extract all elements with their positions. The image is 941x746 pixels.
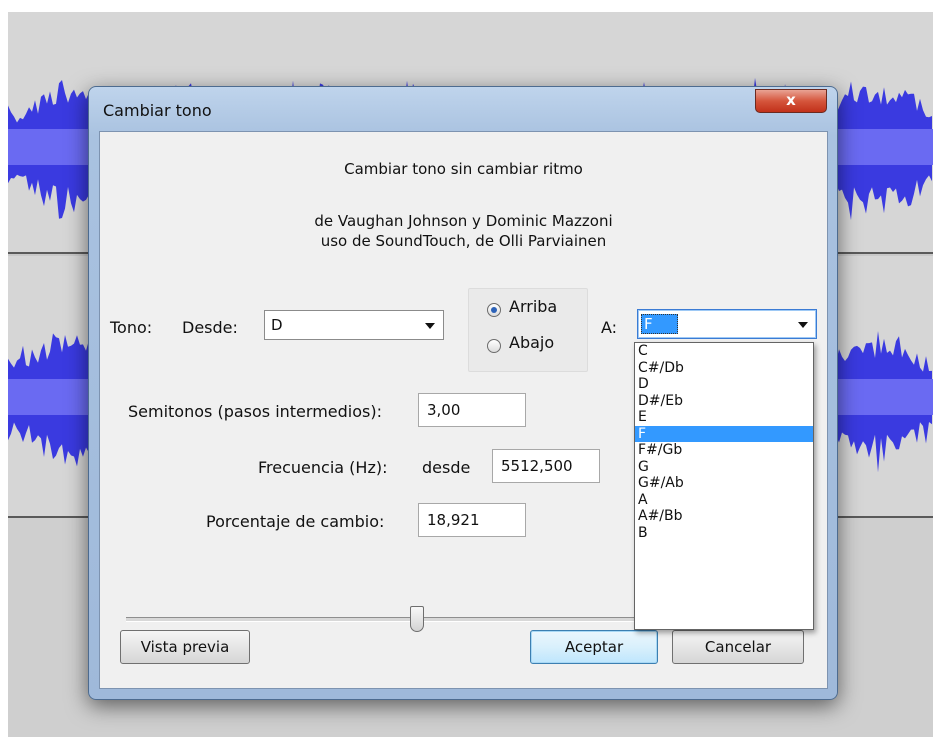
effect-description: Cambiar tono sin cambiar ritmo <box>344 160 583 178</box>
cancel-button[interactable]: Cancelar <box>672 630 804 664</box>
frequency-label: Frecuencia (Hz): <box>258 458 388 477</box>
to-pitch-dropdown-list: C C#/Db D D#/Eb E F F#/Gb G G#/Ab A A#/Bb B <box>634 342 814 630</box>
credits-line-2: uso de SoundTouch, de Olli Parviainen <box>320 232 607 250</box>
dropdown-option[interactable]: F <box>635 425 813 442</box>
dropdown-option[interactable]: G <box>635 459 813 476</box>
up-label[interactable]: Arriba <box>509 297 557 316</box>
dropdown-option[interactable]: D <box>635 376 813 393</box>
radio-down[interactable] <box>487 339 501 353</box>
to-pitch-value: F <box>641 314 678 334</box>
ok-button[interactable]: Aceptar <box>530 630 658 664</box>
dropdown-option[interactable]: A#/Bb <box>635 508 813 525</box>
to-pitch-dropdown[interactable]: F <box>637 309 817 339</box>
dropdown-option[interactable]: A <box>635 492 813 509</box>
dropdown-option[interactable]: C#/Db <box>635 360 813 377</box>
frequency-from-input[interactable] <box>493 450 599 482</box>
dropdown-option[interactable]: F#/Gb <box>635 442 813 459</box>
semitones-input[interactable] <box>419 394 525 426</box>
preview-button[interactable]: Vista previa <box>120 630 250 664</box>
to-label: A: <box>601 318 618 337</box>
dialog-title: Cambiar tono <box>103 101 212 120</box>
frequency-from-label: desde <box>422 458 471 477</box>
semitones-field[interactable] <box>418 393 526 427</box>
dropdown-option[interactable]: E <box>635 409 813 426</box>
percent-slider-thumb[interactable] <box>410 606 425 632</box>
direction-group: Arriba Abajo <box>468 288 588 372</box>
percent-change-input[interactable] <box>419 504 525 536</box>
percent-change-label: Porcentaje de cambio: <box>206 512 385 531</box>
pitch-label: Tono: <box>110 318 153 337</box>
semitones-label: Semitonos (pasos intermedios): <box>128 402 382 421</box>
dropdown-option[interactable]: B <box>635 525 813 542</box>
chevron-down-icon <box>425 323 435 329</box>
title-bar[interactable]: Cambiar tono x <box>89 87 837 131</box>
close-icon: x <box>786 91 796 109</box>
radio-up[interactable] <box>487 303 501 317</box>
credits-line-1: de Vaughan Johnson y Dominic Mazzoni <box>314 212 613 230</box>
from-pitch-dropdown[interactable]: D <box>264 310 444 340</box>
percent-slider-track[interactable] <box>126 617 646 622</box>
close-button[interactable]: x <box>755 89 827 113</box>
dropdown-option[interactable]: C <box>635 343 813 360</box>
frequency-from-field[interactable] <box>492 449 600 483</box>
percent-change-field[interactable] <box>418 503 526 537</box>
chevron-down-icon <box>798 322 808 328</box>
dropdown-option[interactable]: D#/Eb <box>635 393 813 410</box>
from-pitch-value: D <box>271 316 283 334</box>
dropdown-option[interactable]: G#/Ab <box>635 475 813 492</box>
from-label: Desde: <box>182 318 238 337</box>
down-label[interactable]: Abajo <box>509 333 554 352</box>
